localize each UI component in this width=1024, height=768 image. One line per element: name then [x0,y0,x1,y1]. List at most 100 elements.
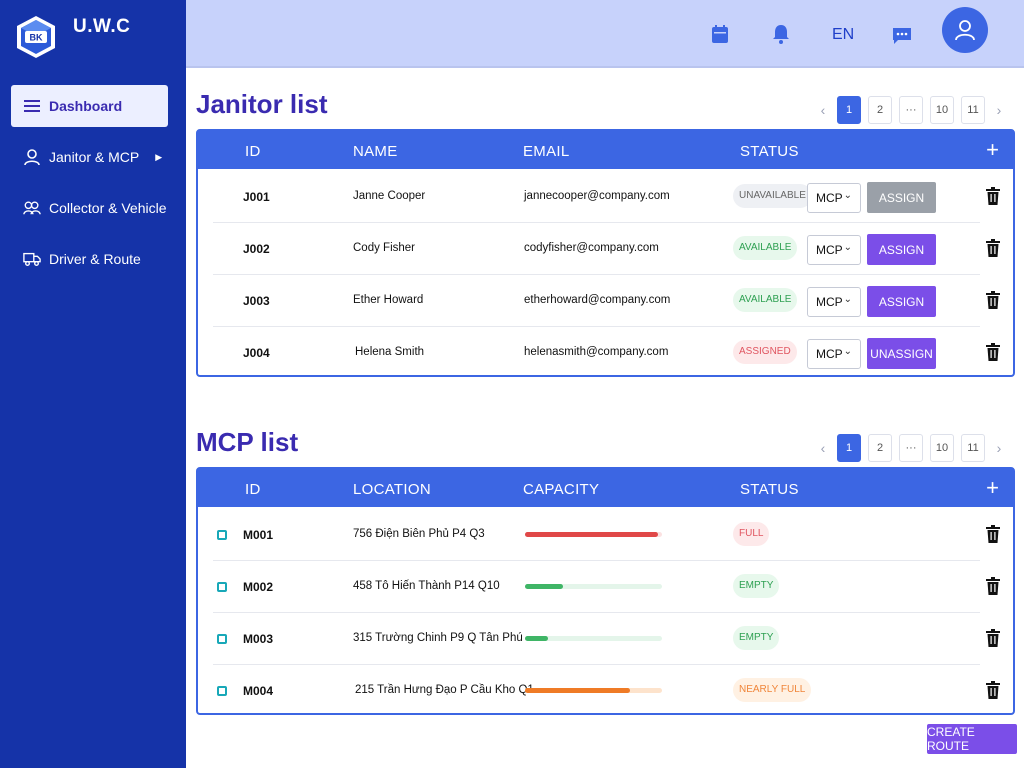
unassign-button[interactable]: UNASSIGN [867,338,936,369]
status-badge: EMPTY [733,626,780,650]
trash-icon[interactable] [986,239,1000,257]
create-route-button[interactable]: CREATE ROUTE [927,724,1017,754]
mcp-location: 315 Trường Chinh P9 Q Tân Phú [353,632,523,644]
mcp-id: M003 [243,632,274,646]
logo-text: BK [30,33,43,43]
select-value: MCP [816,347,843,361]
trash-icon[interactable] [986,187,1000,205]
status-badge: NEARLY FULL [733,678,812,702]
mcp-id: M004 [243,684,274,698]
table-row: J001 Janne Cooper jannecooper@company.co… [213,171,1000,223]
column-header: LOCATION [353,481,431,498]
logo-icon: BK [17,16,55,58]
select-value: MCP [816,243,843,257]
sidebar-item-collector-vehicle[interactable]: Collector & Vehicle [11,187,168,229]
table-row: M001 756 Điện Biên Phủ P4 Q3 FULL [213,509,1000,561]
sidebar-item-driver-route[interactable]: Driver & Route [11,238,168,280]
page-button[interactable]: 1 [837,434,861,462]
avatar[interactable] [942,7,988,53]
janitor-name: Janne Cooper [353,190,426,202]
janitor-name: Cody Fisher [353,242,415,254]
trash-icon[interactable] [986,681,1000,699]
page-button[interactable]: 10 [930,96,954,124]
janitor-email: helenasmith@company.com [524,346,669,358]
trash-icon[interactable] [986,291,1000,309]
assign-button[interactable]: ASSIGN [867,234,936,265]
assign-button[interactable]: ASSIGN [867,286,936,317]
chevron-left-icon[interactable]: ‹ [816,440,830,456]
janitor-table: ID NAME EMAIL STATUS + J001 Janne Cooper… [196,129,1015,377]
chat-icon[interactable] [892,26,912,46]
page-button[interactable]: 10 [930,434,954,462]
column-header: ID [245,143,261,160]
table-row: M002 458 Tô Hiến Thành P14 Q10 EMPTY [213,561,1000,613]
chevron-down-icon: ⌄ [843,346,852,357]
janitor-id: J003 [243,294,270,308]
table-row: J002 Cody Fisher codyfisher@company.com … [213,223,1000,275]
users-icon [23,199,41,217]
menu-icon [23,97,41,115]
mcp-id: M001 [243,528,274,542]
janitor-id: J004 [243,346,270,360]
janitor-id: J002 [243,242,270,256]
mcp-location: 215 Trần Hưng Đạo P Cầu Kho Q1 [355,684,534,696]
mcp-select[interactable]: MCP ⌄ [807,235,861,265]
brand[interactable]: BK [14,14,58,60]
mcp-select[interactable]: MCP ⌄ [807,183,861,213]
mcp-table: ID LOCATION CAPACITY STATUS + M001 756 Đ… [196,467,1015,715]
trash-icon[interactable] [986,577,1000,595]
row-checkbox[interactable] [217,582,227,592]
capacity-fill [525,532,658,537]
calendar-icon[interactable] [710,24,730,44]
page-button[interactable]: 11 [961,434,985,462]
language-selector[interactable]: EN [832,26,854,44]
chevron-down-icon: ⌄ [843,190,852,201]
column-header: ID [245,481,261,498]
user-icon [23,148,41,166]
page-button[interactable]: 2 [868,96,892,124]
page-button[interactable]: 1 [837,96,861,124]
row-checkbox[interactable] [217,530,227,540]
status-badge: EMPTY [733,574,780,598]
capacity-bar [525,688,662,693]
janitor-pagination: ‹ 1 2 ··· 10 11 › [816,96,1006,124]
page-ellipsis[interactable]: ··· [899,434,923,462]
janitor-email: etherhoward@company.com [524,294,671,306]
brand-name: U.W.C [73,16,131,37]
trash-icon[interactable] [986,525,1000,543]
page-button[interactable]: 11 [961,96,985,124]
mcp-id: M002 [243,580,274,594]
capacity-fill [525,584,564,589]
sidebar-item-label: Collector & Vehicle [49,200,167,216]
assign-button[interactable]: ASSIGN [867,182,936,213]
row-checkbox[interactable] [217,634,227,644]
chevron-right-icon[interactable]: › [992,440,1006,456]
status-badge: AVAILABLE [733,288,798,312]
row-checkbox[interactable] [217,686,227,696]
bell-icon[interactable] [771,24,791,44]
sidebar-item-dashboard[interactable]: Dashboard [11,85,168,127]
page-ellipsis[interactable]: ··· [899,96,923,124]
add-janitor-button[interactable]: + [986,137,999,163]
table-row: J003 Ether Howard etherhoward@company.co… [213,275,1000,327]
sidebar-item-janitor-mcp[interactable]: Janitor & MCP ▶ [11,136,168,178]
chevron-left-icon[interactable]: ‹ [816,102,830,118]
chevron-right-icon[interactable]: › [992,102,1006,118]
table-header: ID NAME EMAIL STATUS + [198,131,1013,169]
select-value: MCP [816,191,843,205]
status-badge: AVAILABLE [733,236,798,260]
trash-icon[interactable] [986,629,1000,647]
trash-icon[interactable] [986,343,1000,361]
user-icon [955,20,975,41]
capacity-fill [525,688,631,693]
capacity-fill [525,636,549,641]
add-mcp-button[interactable]: + [986,475,999,501]
mcp-select[interactable]: MCP ⌄ [807,339,861,369]
mcp-select[interactable]: MCP ⌄ [807,287,861,317]
page-button[interactable]: 2 [868,434,892,462]
janitor-email: jannecooper@company.com [524,190,670,202]
sidebar-item-label: Driver & Route [49,251,141,267]
janitor-name: Ether Howard [353,294,424,306]
janitor-id: J001 [243,190,270,204]
column-header: NAME [353,143,398,160]
